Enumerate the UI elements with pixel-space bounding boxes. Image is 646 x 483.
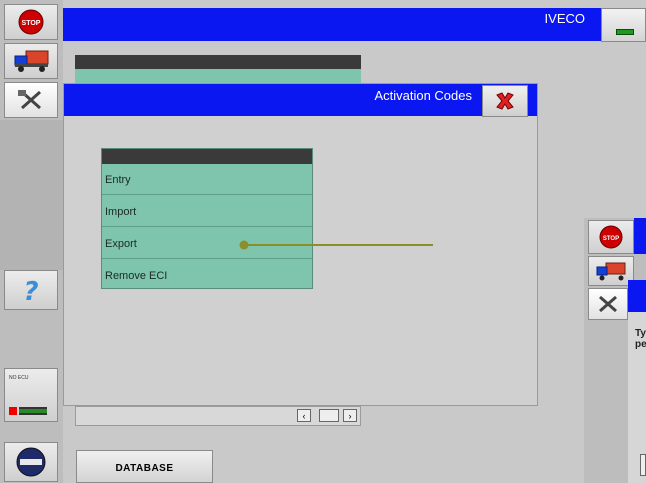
right-stop-button[interactable]: STOP — [588, 220, 634, 254]
background-window-row — [75, 69, 361, 83]
right-dialog-title — [628, 280, 646, 312]
tools-button[interactable] — [4, 82, 58, 118]
right-dialog-text-line2: pe — [635, 339, 646, 350]
activation-menu: Entry Import Export Remove ECI — [101, 148, 313, 289]
background-window-header — [75, 55, 361, 69]
ecu-indicator — [9, 407, 47, 415]
right-dialog-field[interactable] — [640, 454, 646, 476]
menu-header — [102, 149, 312, 164]
svg-text:?: ? — [23, 277, 38, 304]
truck-icon — [596, 262, 626, 281]
stop-icon: STOP — [18, 9, 44, 35]
right-dialog-text: Ty pe — [635, 328, 646, 350]
right-dialog-body: Ty pe — [628, 312, 646, 483]
menu-item-remove-eci[interactable]: Remove ECI — [102, 260, 312, 290]
svg-text:STOP: STOP — [603, 236, 619, 242]
background-window-footer: ‹ › — [75, 406, 361, 426]
exit-icon — [16, 447, 46, 477]
dialog-title: Activation Codes — [374, 88, 472, 103]
right-title-bar — [634, 218, 646, 254]
stop-icon: STOP — [599, 225, 623, 249]
truck-icon — [14, 50, 49, 72]
right-tools-button[interactable] — [588, 288, 628, 320]
stop-button[interactable]: STOP — [4, 4, 58, 40]
right-dialog-text-line1: Ty — [635, 328, 646, 339]
close-button[interactable] — [482, 85, 528, 117]
vehicle-button[interactable] — [4, 43, 58, 79]
svg-text:STOP: STOP — [22, 20, 41, 27]
menu-item-import[interactable]: Import — [102, 196, 312, 227]
scroll-right-icon[interactable]: › — [343, 409, 357, 422]
ecu-status: NO ECU — [4, 368, 58, 422]
close-icon — [496, 92, 514, 110]
database-button[interactable]: DATABASE — [76, 450, 213, 483]
sidebar-gap — [0, 120, 63, 270]
tools-icon — [18, 90, 41, 110]
scroll-left-icon[interactable]: ‹ — [297, 409, 311, 422]
green-indicator-icon — [616, 29, 634, 35]
status-button[interactable] — [601, 8, 646, 42]
exit-button[interactable] — [4, 442, 58, 482]
dialog-title-bar: Activation Codes — [64, 84, 537, 117]
question-icon: ? — [23, 277, 38, 304]
top-title-bar: IVECO — [63, 8, 601, 41]
brand-label: IVECO — [544, 11, 585, 26]
pointer-line — [239, 240, 433, 250]
menu-item-entry[interactable]: Entry — [102, 164, 312, 195]
help-button[interactable]: ? — [4, 270, 58, 310]
scroll-pages-icon[interactable] — [319, 409, 339, 422]
ecu-status-label: NO ECU — [9, 375, 29, 381]
tools-icon — [599, 295, 617, 313]
